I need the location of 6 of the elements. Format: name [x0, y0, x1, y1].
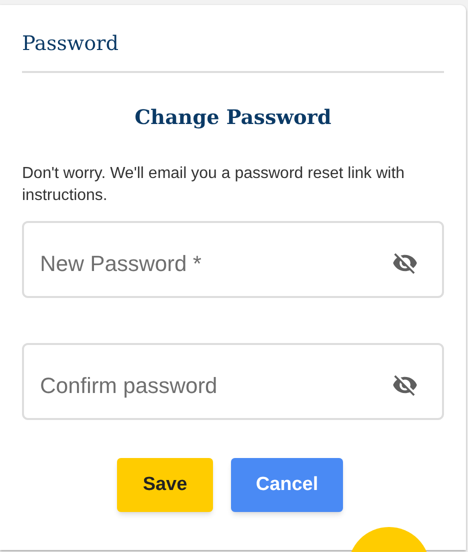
heading: Change Password — [134, 104, 332, 131]
dialog-title: Password — [22, 30, 120, 57]
description: Don't worry. We'll email you a password reset link with instructions. — [22, 164, 406, 206]
password-field[interactable]: Confirm password — [22, 343, 444, 420]
button[interactable]: Save — [117, 458, 213, 512]
password-field[interactable]: New Password * — [22, 221, 444, 298]
